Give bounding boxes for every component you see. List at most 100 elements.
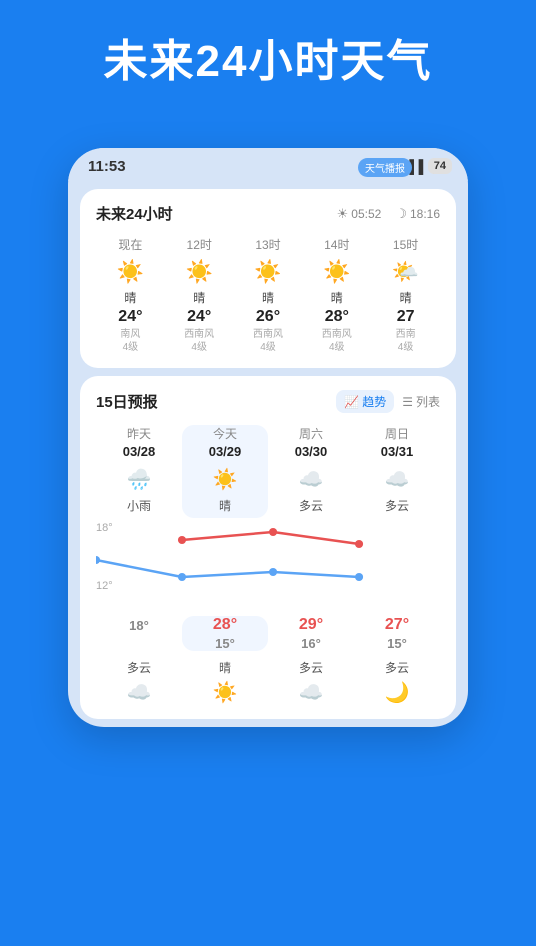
sunset-time: 18:16 — [410, 207, 440, 221]
hourly-condition: 晴 — [234, 289, 303, 306]
day-date: 03/28 — [96, 444, 182, 459]
day-high-temp: 29° — [268, 616, 354, 634]
hourly-temp: 26° — [234, 308, 303, 326]
day-low-temp: 16° — [268, 636, 354, 651]
btn-trend[interactable]: 📈 趋势 — [336, 390, 394, 413]
hourly-row: 现在 ☀️ 晴 24° 南风4级 12时 ☀️ 晴 24° 西南风4级 13时 … — [96, 236, 440, 354]
hourly-label: 12时 — [165, 236, 234, 253]
bottom-condition-text: 晴 — [182, 659, 268, 676]
bottom-condition-col: 多云 ☁️ — [268, 659, 354, 705]
bottom-condition-icon: ☀️ — [182, 680, 268, 705]
low-temp-line — [96, 560, 359, 577]
status-time: 11:53 — [88, 158, 126, 175]
card-24h: 未来24小时 ☀ 05:52 ☽ 18:16 现在 ☀️ 晴 24° 南风4级 … — [80, 189, 456, 368]
temp-label-col: 27° 15° — [354, 616, 440, 651]
day-high-temp: 27° — [354, 616, 440, 634]
trend-label: 趋势 — [362, 393, 386, 410]
hourly-col: 14时 ☀️ 晴 28° 西南风4级 — [302, 236, 371, 354]
card-15d-header: 15日预报 📈 趋势 ☰ 列表 — [96, 390, 440, 413]
day-name: 今天 — [182, 425, 268, 442]
day-col: 周六 03/30 ☁️ 多云 — [268, 425, 354, 518]
hourly-label: 现在 — [96, 236, 165, 253]
day-col: 今天 03/29 ☀️ 晴 — [182, 425, 268, 518]
dot-sat-high — [269, 528, 277, 536]
phone-mock: 11:53 ▌▌▌ 📶 天气播报 74 未来24小时 ☀ 05:52 ☽ 18:… — [68, 148, 468, 727]
battery-badge: 74 — [428, 158, 452, 174]
bottom-condition-icon: 🌙 — [354, 680, 440, 705]
sun-times: ☀ 05:52 ☽ 18:16 — [337, 206, 440, 222]
cloud-icon: ☁️ — [385, 467, 410, 492]
days-row: 昨天 03/28 🌧️ 小雨 今天 03/29 ☀️ 晴 周六 03/30 ☁️… — [96, 425, 440, 518]
hourly-wind: 西南风4级 — [165, 328, 234, 354]
temp-chart — [96, 522, 440, 602]
bottom-condition-icon: ☁️ — [96, 680, 182, 705]
dot-today-low — [178, 573, 186, 581]
trend-chart-icon: 📈 — [344, 395, 359, 409]
temp-label-col: 29° 16° — [268, 616, 354, 651]
hourly-label: 15时 — [371, 236, 440, 253]
temp-label-col: 28° 15° — [182, 616, 268, 651]
day-col: 昨天 03/28 🌧️ 小雨 — [96, 425, 182, 518]
chart-label-low: 12° — [96, 580, 113, 592]
day-name: 周六 — [268, 425, 354, 442]
chart-label-high: 18° — [96, 522, 113, 534]
sunrise-time: 05:52 — [351, 207, 381, 221]
sunset-item: ☽ 18:16 — [395, 206, 440, 222]
day-low-temp: 15° — [354, 636, 440, 651]
bottom-condition-col: 多云 🌙 — [354, 659, 440, 705]
day-condition: 多云 — [354, 497, 440, 514]
sun-icon: ☀️ — [213, 467, 238, 492]
hourly-temp: 27 — [371, 308, 440, 326]
day-weather-icon: ☀️ — [182, 465, 268, 493]
day-high-temp: 28° — [182, 616, 268, 634]
hourly-weather-icon: ☀️ — [234, 259, 303, 285]
status-bar: 11:53 ▌▌▌ 📶 天气播报 74 — [68, 148, 468, 181]
card-24h-header: 未来24小时 ☀ 05:52 ☽ 18:16 — [96, 203, 440, 224]
day-condition: 多云 — [268, 497, 354, 514]
hourly-temp: 24° — [165, 308, 234, 326]
day-name: 周日 — [354, 425, 440, 442]
weather-alert-badge: 天气播报 — [358, 158, 412, 177]
rain-icon: 🌧️ — [127, 467, 152, 492]
day-condition: 小雨 — [96, 497, 182, 514]
sunset-icon: ☽ — [395, 206, 407, 222]
day-col: 周日 03/31 ☁️ 多云 — [354, 425, 440, 518]
bottom-condition-text: 多云 — [268, 659, 354, 676]
bottom-condition-col: 晴 ☀️ — [182, 659, 268, 705]
day-weather-icon: ☁️ — [354, 465, 440, 493]
dot-today-high — [178, 536, 186, 544]
day-low-temp: 18° — [96, 618, 182, 633]
cloud-icon: ☁️ — [299, 682, 324, 704]
hourly-col: 15时 🌤️ 晴 27 西南4级 — [371, 236, 440, 354]
sunrise-item: ☀ 05:52 — [337, 206, 382, 222]
hero-title: 未来24小时天气 — [0, 0, 536, 113]
hourly-wind: 南风4级 — [96, 328, 165, 354]
hourly-weather-icon: ☀️ — [165, 259, 234, 285]
chart-area: 18° 12° — [96, 522, 440, 612]
hourly-label: 13时 — [234, 236, 303, 253]
view-toggle: 📈 趋势 ☰ 列表 — [336, 390, 440, 413]
day-date: 03/31 — [354, 444, 440, 459]
hourly-temp: 28° — [302, 308, 371, 326]
hourly-condition: 晴 — [302, 289, 371, 306]
dot-sun-low — [355, 573, 363, 581]
hourly-weather-icon: ☀️ — [302, 259, 371, 285]
moon-icon: 🌙 — [385, 682, 410, 704]
dot-yest-low — [96, 556, 100, 564]
dot-sat-low — [269, 568, 277, 576]
bottom-condition-icon: ☁️ — [268, 680, 354, 705]
hourly-label: 14时 — [302, 236, 371, 253]
day-date: 03/29 — [182, 444, 268, 459]
list-icon: ☰ — [402, 395, 413, 409]
btn-list[interactable]: ☰ 列表 — [402, 393, 440, 410]
hourly-wind: 西南4级 — [371, 328, 440, 354]
bottom-conditions: 多云 ☁️ 晴 ☀️ 多云 ☁️ 多云 🌙 — [96, 659, 440, 705]
cloud-icon: ☁️ — [299, 467, 324, 492]
hourly-col: 现在 ☀️ 晴 24° 南风4级 — [96, 236, 165, 354]
temp-labels-row: 18° 28° 15° 29° 16° 27° 15° — [96, 616, 440, 651]
hourly-weather-icon: 🌤️ — [371, 259, 440, 285]
sunrise-icon: ☀ — [337, 206, 349, 222]
hourly-condition: 晴 — [371, 289, 440, 306]
cloud-icon: ☁️ — [127, 682, 152, 704]
day-weather-icon: 🌧️ — [96, 465, 182, 493]
